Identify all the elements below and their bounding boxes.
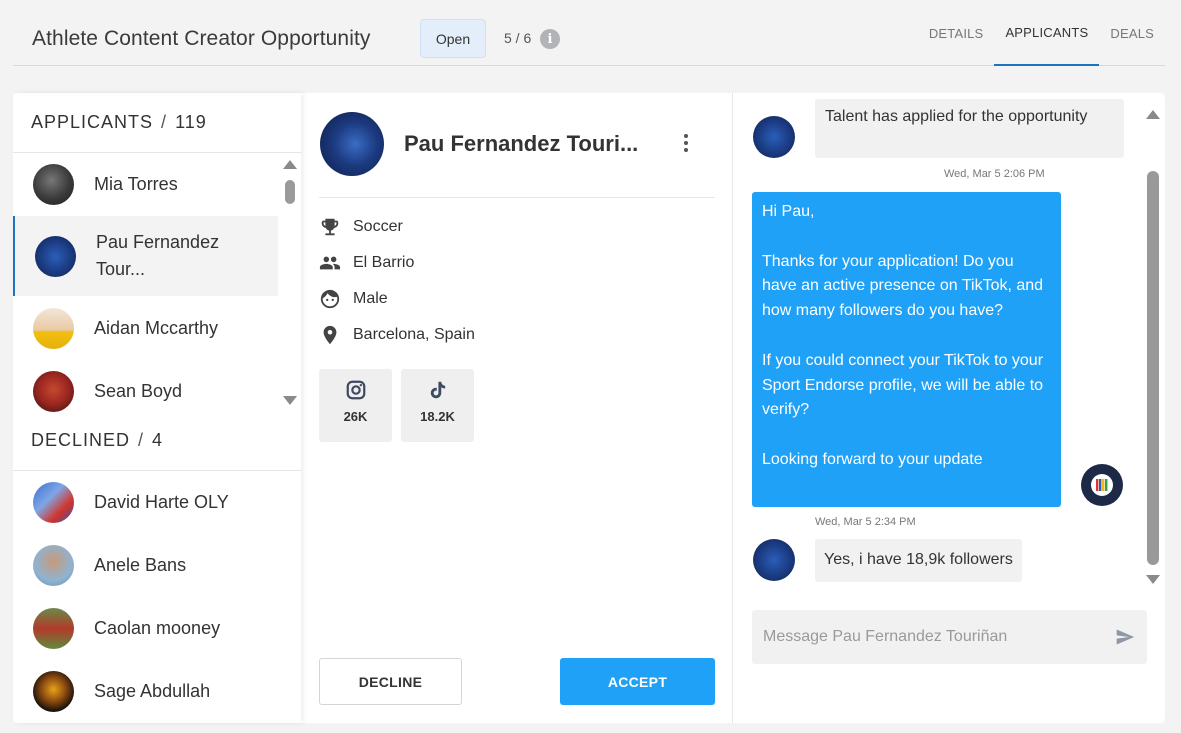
send-icon[interactable]: [1115, 627, 1135, 647]
applicants-label: APPLICANTS: [31, 112, 154, 132]
scroll-down-arrow-icon[interactable]: [283, 396, 297, 405]
attribute-text: Soccer: [353, 218, 403, 235]
profile-avatar: [320, 112, 384, 176]
avatar: [33, 482, 74, 523]
tiktok-icon: [430, 381, 445, 399]
attribute-gender: Male: [319, 287, 388, 311]
profile-panel: Pau Fernandez Touri... Soccer El Barrio …: [301, 93, 733, 723]
avatar: [33, 164, 74, 205]
avatar: [33, 545, 74, 586]
main-card: APPLICANTS / 119 Mia Torres Pau Fernande…: [13, 93, 1165, 723]
applicant-name: Aidan Mccarthy: [94, 318, 219, 338]
avatar: [33, 608, 74, 649]
people-icon: [319, 256, 341, 270]
brand-avatar: [1081, 464, 1123, 506]
message-timestamp: Wed, Mar 5 2:06 PM: [944, 168, 1045, 180]
chat-panel: Talent has applied for the opportunity W…: [734, 93, 1165, 723]
tab-details[interactable]: DETAILS: [918, 0, 995, 66]
attribute-text: Male: [353, 290, 388, 307]
applicant-item[interactable]: Aidan Mccarthy: [13, 297, 278, 360]
decline-button[interactable]: DECLINE: [319, 658, 462, 705]
applicants-count: 119: [175, 112, 207, 132]
message-bubble-talent: Talent has applied for the opportunity: [815, 99, 1124, 158]
declined-name: Caolan mooney: [94, 618, 221, 638]
instagram-icon: [346, 380, 365, 400]
face-icon: [320, 289, 340, 309]
attribute-sport: Soccer: [319, 215, 403, 239]
chat-scroll-up-arrow-icon[interactable]: [1146, 110, 1160, 119]
accept-button[interactable]: ACCEPT: [560, 658, 715, 705]
declined-item[interactable]: Sage Abdullah: [13, 660, 278, 723]
avatar: [33, 371, 74, 412]
tab-deals[interactable]: DEALS: [1099, 0, 1165, 66]
applicant-name: Mia Torres: [94, 174, 178, 194]
declined-header: DECLINED / 4: [13, 411, 301, 471]
trophy-icon: [321, 218, 339, 236]
attribute-text: Barcelona, Spain: [353, 326, 475, 343]
scroll-up-arrow-icon[interactable]: [283, 160, 297, 169]
attribute-team: El Barrio: [319, 251, 414, 275]
declined-label: DECLINED: [31, 430, 131, 450]
declined-count: 4: [152, 430, 164, 450]
talent-avatar: [753, 539, 795, 581]
avatar: [33, 671, 74, 712]
message-bubble-talent: Yes, i have 18,9k followers: [815, 539, 1022, 582]
chat-scroll-down-arrow-icon[interactable]: [1146, 575, 1160, 584]
profile-name: Pau Fernandez Touri...: [404, 131, 639, 156]
avatar: [33, 308, 74, 349]
divider: [319, 197, 715, 198]
scrollbar-thumb[interactable]: [285, 180, 295, 204]
info-icon[interactable]: i: [540, 29, 560, 49]
tiktok-stat[interactable]: 18.2K: [401, 369, 474, 442]
avatar: [35, 235, 76, 277]
message-input[interactable]: [763, 628, 1103, 646]
attribute-location: Barcelona, Spain: [319, 323, 475, 347]
applicant-name: Sean Boyd: [94, 381, 183, 401]
brand-logo-icon: [1091, 474, 1113, 496]
applicants-header: APPLICANTS / 119: [13, 93, 301, 153]
status-badge: Open: [420, 19, 486, 58]
message-bubble-brand: Hi Pau, Thanks for your application! Do …: [752, 192, 1061, 507]
tiktok-followers: 18.2K: [420, 409, 455, 424]
applicant-item[interactable]: Mia Torres: [13, 153, 278, 216]
attribute-text: El Barrio: [353, 254, 415, 271]
declined-name: David Harte OLY: [94, 492, 229, 512]
slots-count: 5 / 6: [504, 30, 532, 46]
instagram-followers: 26K: [343, 409, 368, 424]
page-title: Athlete Content Creator Opportunity: [32, 27, 371, 50]
declined-name: Sage Abdullah: [94, 681, 211, 701]
more-options-icon[interactable]: [684, 134, 690, 152]
tab-applicants[interactable]: APPLICANTS: [994, 0, 1100, 66]
talent-avatar: [753, 116, 795, 158]
page-header: Athlete Content Creator Opportunity Open…: [13, 0, 1165, 66]
applicant-item-selected[interactable]: Pau Fernandez Tour...: [13, 216, 278, 296]
chat-scrollbar-thumb[interactable]: [1147, 171, 1159, 565]
location-pin-icon: [323, 325, 337, 345]
message-box: [752, 610, 1147, 664]
declined-name: Anele Bans: [94, 555, 187, 575]
applicants-panel: APPLICANTS / 119 Mia Torres Pau Fernande…: [13, 93, 301, 723]
message-timestamp: Wed, Mar 5 2:34 PM: [815, 516, 916, 528]
declined-item[interactable]: David Harte OLY: [13, 471, 278, 534]
declined-item[interactable]: Anele Bans: [13, 534, 278, 597]
declined-item[interactable]: Caolan mooney: [13, 597, 278, 660]
applicant-name: Pau Fernandez Tour...: [96, 232, 220, 279]
tab-bar: DETAILS APPLICANTS DEALS: [918, 0, 1165, 66]
instagram-stat[interactable]: 26K: [319, 369, 392, 442]
